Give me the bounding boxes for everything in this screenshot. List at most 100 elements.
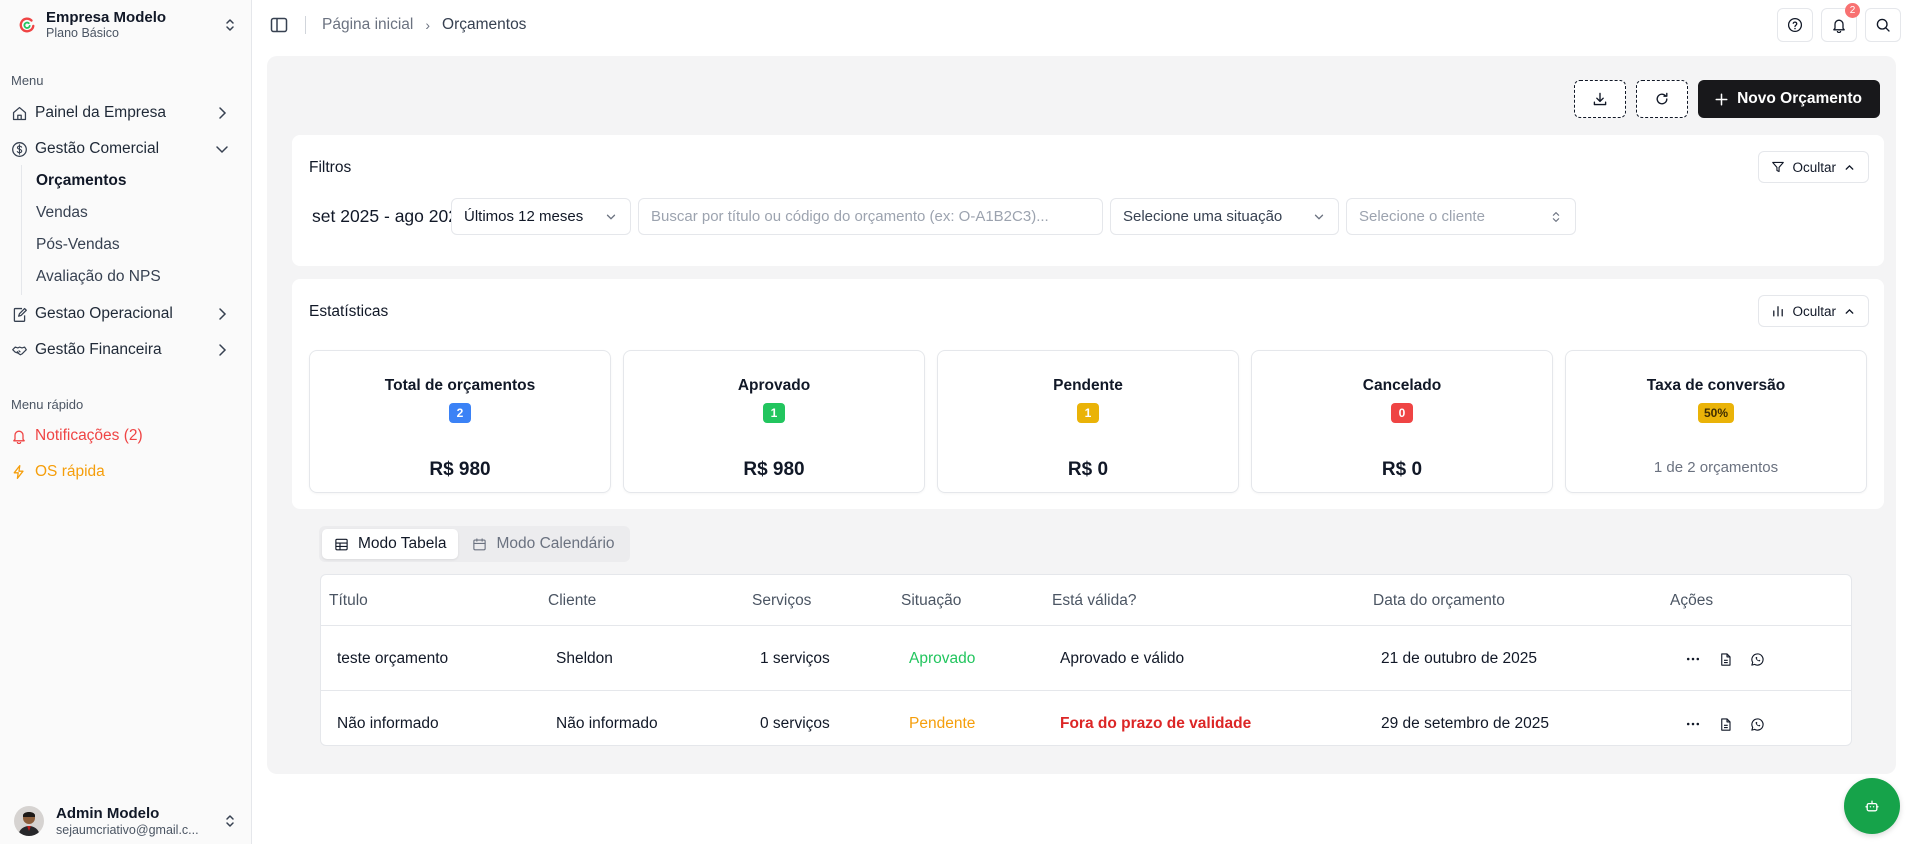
breadcrumb-home[interactable]: Página inicial bbox=[322, 16, 413, 34]
more-options-icon[interactable] bbox=[1684, 650, 1702, 668]
period-range-value: Últimos 12 meses bbox=[464, 208, 584, 225]
chevron-right-icon bbox=[219, 308, 227, 320]
plus-icon bbox=[1715, 93, 1728, 105]
sidebar-subitem-nps[interactable]: Avaliação do NPS bbox=[36, 268, 161, 286]
stat-card-aprovado: Aprovado 1 R$ 980 bbox=[623, 350, 925, 493]
search-icon bbox=[1876, 18, 1890, 32]
column-header[interactable]: Cliente bbox=[548, 592, 596, 610]
more-options-icon[interactable] bbox=[1684, 715, 1702, 733]
divider bbox=[321, 690, 1851, 691]
column-header[interactable]: Título bbox=[329, 592, 368, 610]
chevron-down-icon bbox=[1314, 214, 1324, 220]
sidebar-item-painel[interactable]: Painel da Empresa bbox=[10, 98, 242, 128]
column-header[interactable]: Data do orçamento bbox=[1373, 592, 1505, 610]
calendar-icon bbox=[473, 537, 487, 550]
bar-chart-icon bbox=[1773, 306, 1784, 317]
stat-title: Aprovado bbox=[737, 377, 811, 394]
page-actions: Novo Orçamento bbox=[1574, 80, 1880, 118]
search-placeholder: Buscar por título ou código do orçamento… bbox=[651, 208, 1049, 225]
search-input[interactable]: Buscar por título ou código do orçamento… bbox=[638, 198, 1103, 235]
handshake-icon bbox=[10, 341, 28, 359]
chevron-down-icon bbox=[606, 214, 616, 220]
view-mode-tabs: Modo Tabela Modo Calendário bbox=[319, 526, 630, 562]
search-button[interactable] bbox=[1865, 8, 1901, 42]
chevron-right-icon bbox=[219, 107, 227, 119]
whatsapp-icon[interactable] bbox=[1748, 650, 1766, 668]
tab-calendar-mode[interactable]: Modo Calendário bbox=[460, 529, 626, 559]
document-icon[interactable] bbox=[1716, 650, 1734, 668]
divider bbox=[321, 625, 1851, 626]
sidebar-item-gestao-financeira[interactable]: Gestão Financeira bbox=[10, 335, 242, 365]
chevron-up-icon bbox=[1845, 164, 1854, 170]
sidebar-quick-os-rapida[interactable]: OS rápida bbox=[10, 457, 242, 487]
hide-filters-button[interactable]: Ocultar bbox=[1758, 151, 1869, 183]
chevron-right-icon bbox=[219, 344, 227, 356]
sidebar-item-label: Gestao Operacional bbox=[35, 305, 173, 322]
bot-icon bbox=[1865, 800, 1879, 812]
assistant-fab-button[interactable] bbox=[1844, 778, 1900, 834]
filters-title: Filtros bbox=[309, 159, 352, 176]
stat-title: Cancelado bbox=[1362, 377, 1442, 394]
stat-value: R$ 0 bbox=[1067, 459, 1109, 480]
column-header: Ações bbox=[1670, 592, 1714, 609]
bell-icon bbox=[10, 427, 28, 445]
sidebar-item-gestao-operacional[interactable]: Gestao Operacional bbox=[10, 299, 242, 329]
chevron-up-down-icon bbox=[226, 19, 234, 31]
budgets-table: Título Cliente Serviços Situação Está vá… bbox=[320, 574, 1852, 746]
document-icon[interactable] bbox=[1716, 715, 1734, 733]
sidebar-quick-notificacoes[interactable]: Notificações (2) bbox=[10, 421, 242, 451]
bell-icon bbox=[1833, 19, 1845, 33]
row-actions bbox=[1684, 650, 1766, 668]
period-range-select[interactable]: Últimos 12 meses bbox=[451, 198, 631, 235]
main-content: Novo Orçamento Filtros Ocultar set 2025 … bbox=[267, 56, 1896, 774]
export-button[interactable] bbox=[1574, 80, 1627, 118]
sidebar-quick-label: OS rápida bbox=[35, 463, 105, 480]
stat-title: Total de orçamentos bbox=[384, 377, 536, 394]
company-switcher[interactable]: Empresa Modelo Plano Básico bbox=[10, 6, 242, 44]
column-header[interactable]: Está válida? bbox=[1052, 592, 1136, 610]
status-select[interactable]: Selecione uma situação bbox=[1110, 198, 1339, 235]
breadcrumb-current: Orçamentos bbox=[442, 16, 527, 33]
stat-title: Pendente bbox=[1053, 377, 1123, 394]
stat-card-cancelado: Cancelado 0 R$ 0 bbox=[1251, 350, 1553, 493]
whatsapp-icon[interactable] bbox=[1748, 715, 1766, 733]
dollar-circle-icon bbox=[10, 140, 28, 158]
notifications-button[interactable]: 2 bbox=[1821, 3, 1860, 42]
period-label: set 2025 - ago 2026 bbox=[312, 206, 468, 226]
cell-situacao: Aprovado bbox=[909, 650, 976, 667]
statistics-title: Estatísticas bbox=[309, 303, 389, 320]
tab-table-mode[interactable]: Modo Tabela bbox=[322, 529, 459, 559]
sidebar-toggle-icon[interactable] bbox=[269, 15, 289, 35]
sidebar-subitem-vendas[interactable]: Vendas bbox=[36, 204, 88, 222]
sidebar-subitem-orcamentos[interactable]: Orçamentos bbox=[36, 172, 126, 190]
cell-data: 29 de setembro de 2025 bbox=[1381, 715, 1550, 732]
help-circle-icon bbox=[1787, 17, 1803, 33]
stat-count-badge: 1 bbox=[763, 403, 785, 423]
new-budget-button[interactable]: Novo Orçamento bbox=[1698, 80, 1880, 118]
cell-servicos: 0 serviços bbox=[760, 715, 830, 732]
hide-statistics-button[interactable]: Ocultar bbox=[1758, 295, 1869, 327]
help-button[interactable] bbox=[1777, 8, 1813, 42]
sidebar-item-gestao-comercial[interactable]: Gestão Comercial bbox=[10, 134, 242, 164]
company-name: Empresa Modelo bbox=[46, 9, 167, 27]
cell-situacao: Pendente bbox=[909, 715, 976, 732]
client-select[interactable]: Selecione o cliente bbox=[1346, 198, 1576, 235]
cell-valida: Aprovado e válido bbox=[1060, 650, 1185, 667]
submenu-rail bbox=[21, 165, 22, 295]
company-logo-icon bbox=[16, 14, 38, 36]
stat-title: Taxa de conversão bbox=[1646, 377, 1786, 394]
stat-value: R$ 980 bbox=[429, 459, 491, 480]
company-plan: Plano Básico bbox=[46, 26, 119, 41]
chevron-up-icon bbox=[1845, 308, 1854, 314]
column-header[interactable]: Serviços bbox=[752, 592, 811, 610]
divider bbox=[305, 16, 306, 34]
refresh-button[interactable] bbox=[1636, 80, 1689, 118]
sidebar-subitem-pos-vendas[interactable]: Pós-Vendas bbox=[36, 236, 120, 254]
user-menu[interactable]: Admin Modelo sejaumcriativo@gmail.c... bbox=[10, 802, 242, 840]
stat-subtext: 1 de 2 orçamentos bbox=[1653, 459, 1779, 476]
column-header[interactable]: Situação bbox=[901, 592, 961, 610]
filters-card: Filtros Ocultar set 2025 - ago 2026 Últi… bbox=[292, 135, 1884, 266]
stat-count-badge: 1 bbox=[1077, 403, 1099, 423]
stat-value: R$ 0 bbox=[1381, 459, 1423, 480]
chevron-down-icon bbox=[216, 146, 228, 154]
